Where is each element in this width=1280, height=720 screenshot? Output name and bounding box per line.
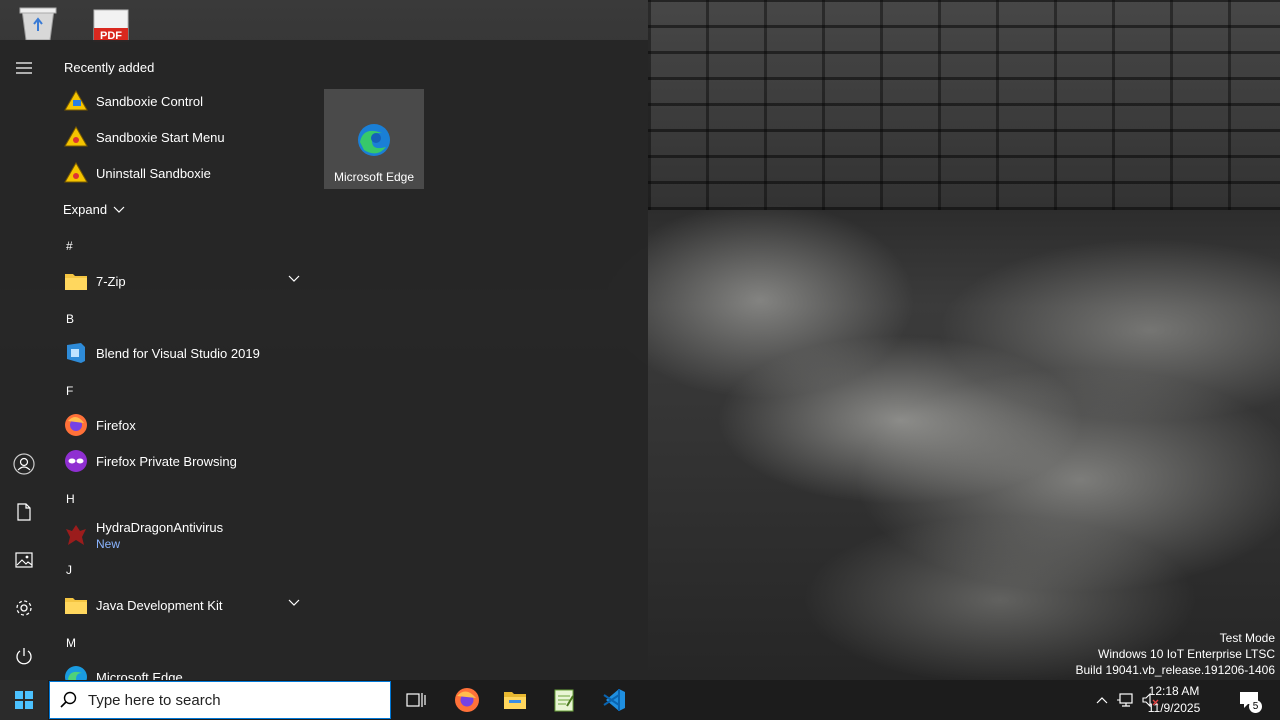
app-label: HydraDragonAntivirus	[96, 520, 224, 535]
sandboxie-icon	[64, 125, 88, 149]
app-label-group: HydraDragonAntivirus New	[96, 519, 223, 551]
pdf-file-icon[interactable]: PDF	[90, 6, 134, 43]
letter-header-h[interactable]: H	[66, 492, 75, 506]
expand-button[interactable]: Expand	[63, 202, 125, 217]
folder-icon	[64, 593, 88, 617]
vscode-icon	[603, 689, 625, 711]
letter-header-b[interactable]: B	[66, 312, 74, 326]
watermark-line-3: Build 19041.vb_release.191206-1406	[1075, 663, 1276, 677]
taskbar-notepad-plus-plus[interactable]	[540, 680, 588, 720]
app-list: Recently added Sandboxie Control Sandbox…	[48, 40, 312, 680]
chevron-down-icon	[113, 206, 125, 213]
blend-icon	[64, 341, 88, 365]
recycle-bin-icon[interactable]	[16, 6, 60, 42]
hydradragon-icon	[64, 523, 88, 547]
app-label: Java Development Kit	[96, 597, 223, 613]
show-hidden-icons-button[interactable]	[1088, 680, 1116, 720]
taskbar-vscode[interactable]	[590, 680, 638, 720]
windows-logo-icon	[15, 691, 33, 709]
watermark-line-1: Test Mode	[1219, 631, 1275, 645]
network-tray-button[interactable]	[1113, 680, 1139, 720]
search-icon	[60, 691, 77, 708]
start-menu-rail	[0, 40, 48, 680]
sandboxie-icon	[64, 161, 88, 185]
tiles-area: Microsoft Edge	[324, 89, 424, 189]
app-jdk-folder[interactable]: Java Development Kit	[48, 587, 312, 623]
app-uninstall-sandboxie[interactable]: Uninstall Sandboxie	[48, 155, 312, 191]
new-badge: New	[96, 537, 121, 551]
wallpaper-brick-wall	[648, 0, 1280, 210]
settings-button[interactable]	[0, 584, 48, 632]
tile-label: Microsoft Edge	[333, 170, 415, 184]
notepad-plus-plus-icon	[554, 689, 574, 712]
taskbar-file-explorer[interactable]	[491, 680, 539, 720]
app-firefox[interactable]: Firefox	[48, 407, 312, 443]
file-explorer-icon	[504, 692, 526, 709]
power-icon	[16, 648, 32, 665]
task-view-button[interactable]	[392, 680, 440, 720]
recently-added-heading: Recently added	[64, 60, 155, 75]
sandboxie-control-icon	[64, 89, 88, 113]
app-7zip-folder[interactable]: 7-Zip	[48, 263, 312, 299]
user-icon	[13, 453, 35, 475]
letter-header-f[interactable]: F	[66, 384, 73, 398]
app-label: Uninstall Sandboxie	[96, 165, 211, 181]
start-button[interactable]	[0, 680, 48, 720]
chevron-down-icon[interactable]	[288, 275, 300, 283]
edge-icon	[358, 124, 390, 156]
chevron-down-icon[interactable]	[288, 599, 300, 607]
app-label: Microsoft Edge	[96, 669, 183, 681]
documents-icon	[17, 503, 31, 521]
letter-header-j[interactable]: J	[66, 563, 72, 577]
pictures-icon	[15, 552, 33, 568]
search-input[interactable]	[86, 690, 370, 710]
menu-icon	[16, 62, 32, 74]
network-icon	[1117, 693, 1133, 707]
start-menu: Recently added Sandboxie Control Sandbox…	[0, 40, 648, 680]
taskbar-firefox[interactable]	[443, 680, 491, 720]
app-label: Firefox Private Browsing	[96, 453, 237, 469]
hamburger-menu-button[interactable]	[0, 44, 48, 92]
firefox-private-icon	[64, 449, 88, 473]
system-clock[interactable]: 12:18 AM 11/9/2025	[1142, 683, 1206, 717]
test-mode-watermark: Test Mode Windows 10 IoT Enterprise LTSC…	[1076, 630, 1276, 678]
app-sandboxie-start-menu[interactable]: Sandboxie Start Menu	[48, 119, 312, 155]
firefox-icon	[455, 688, 479, 712]
app-label: 7-Zip	[96, 273, 126, 289]
notification-count-badge: 5	[1249, 700, 1262, 713]
taskbar: 12:18 AM 11/9/2025 5	[0, 680, 1280, 720]
app-sandboxie-control[interactable]: Sandboxie Control	[48, 83, 312, 119]
tile-microsoft-edge[interactable]: Microsoft Edge	[324, 89, 424, 189]
app-firefox-private[interactable]: Firefox Private Browsing	[48, 443, 312, 479]
chevron-up-icon	[1096, 697, 1108, 704]
app-label: Sandboxie Control	[96, 93, 203, 109]
app-blend-visual-studio[interactable]: Blend for Visual Studio 2019	[48, 335, 312, 371]
clock-time: 12:18 AM	[1148, 684, 1200, 698]
app-label: Blend for Visual Studio 2019	[96, 345, 260, 361]
letter-header-m[interactable]: M	[66, 636, 76, 650]
settings-icon	[16, 600, 32, 616]
app-label: Sandboxie Start Menu	[96, 129, 225, 145]
action-center-button[interactable]	[1228, 680, 1270, 720]
app-microsoft-edge[interactable]: Microsoft Edge	[48, 659, 312, 680]
pictures-button[interactable]	[0, 536, 48, 584]
task-view-icon	[406, 693, 426, 707]
letter-header-hash[interactable]: #	[66, 239, 73, 253]
documents-button[interactable]	[0, 488, 48, 536]
clock-date: 11/9/2025	[1147, 701, 1201, 715]
power-button[interactable]	[0, 632, 48, 680]
expand-label: Expand	[63, 202, 108, 217]
firefox-icon	[64, 413, 88, 437]
watermark-line-2: Windows 10 IoT Enterprise LTSC	[1098, 647, 1275, 661]
edge-icon	[64, 665, 88, 680]
app-label: Firefox	[96, 417, 136, 433]
folder-icon	[64, 269, 88, 293]
app-hydradragon[interactable]: HydraDragonAntivirus New	[48, 515, 312, 555]
search-box[interactable]	[49, 681, 391, 719]
account-button[interactable]	[0, 440, 48, 488]
